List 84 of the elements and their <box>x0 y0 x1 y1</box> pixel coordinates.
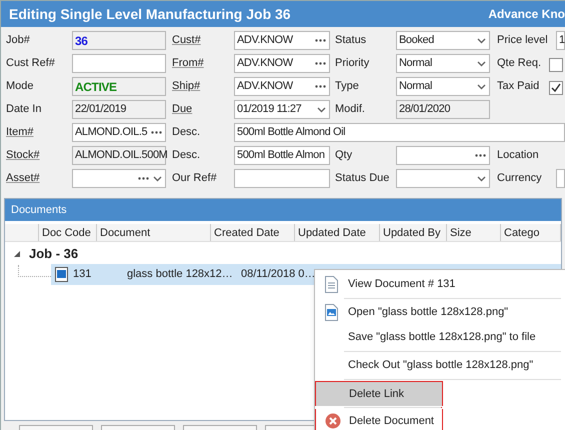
input-field[interactable]: 22/01/2019 <box>72 100 166 119</box>
menu-item[interactable]: Open "glass bottle 128x128.png" <box>315 300 565 325</box>
menu-item[interactable]: Check Out "glass bottle 128x128.png" <box>315 353 565 378</box>
column-header[interactable]: Document <box>97 224 211 241</box>
input-field[interactable]: 36 <box>72 31 166 50</box>
field-label: Cust Ref# <box>6 56 56 72</box>
field-label: Location <box>497 148 540 164</box>
input-field[interactable] <box>396 146 490 165</box>
field-label: Currency <box>497 171 543 186</box>
column-header[interactable]: Doc Code <box>39 224 97 241</box>
field-label: Date In <box>6 102 42 118</box>
input-field[interactable]: ALMOND.OIL.5 <box>72 123 166 142</box>
menu-item[interactable]: Save "glass bottle 128x128.png" to file <box>315 325 565 350</box>
chevron-down-icon[interactable] <box>477 60 486 66</box>
column-header[interactable]: Catego <box>501 224 561 241</box>
field-label: Desc. <box>172 125 202 140</box>
chevron-down-icon[interactable] <box>317 106 326 112</box>
input-field[interactable] <box>72 169 166 188</box>
field-label[interactable]: Cust# <box>172 32 234 49</box>
input-field[interactable] <box>556 169 565 188</box>
input-field[interactable]: ADV.KNOW <box>234 54 330 73</box>
input-field[interactable]: Normal <box>396 77 490 96</box>
image-file-icon <box>325 304 338 321</box>
input-field[interactable]: Normal <box>396 54 490 73</box>
chevron-down-icon[interactable] <box>477 38 486 44</box>
field-label: Modif. <box>335 102 366 118</box>
field-label: Qty <box>335 148 354 164</box>
field-label: Job# <box>6 33 31 48</box>
chevron-down-icon[interactable] <box>477 176 486 182</box>
input-field[interactable]: ACTIVE <box>72 77 166 96</box>
image-file-icon <box>55 267 68 282</box>
menu-item[interactable]: Delete Document <box>315 409 443 430</box>
table-cell-text: glass bottle 128x12… <box>126 267 234 282</box>
field-label: Mode <box>6 79 35 94</box>
input-field[interactable]: ADV.KNOW <box>234 77 330 96</box>
field-label: Price level <box>497 33 549 48</box>
field-label[interactable]: Asset# <box>6 170 72 187</box>
window-title: Editing Single Level Manufacturing Job 36 <box>9 4 291 24</box>
column-header[interactable]: Size <box>447 224 501 241</box>
company-name: Advance Kno <box>488 6 565 23</box>
field-label: Tax Paid <box>497 79 540 94</box>
field-label[interactable]: Stock# <box>6 147 72 164</box>
input-field[interactable]: 28/01/2020 <box>396 100 490 119</box>
field-label: Status <box>335 33 368 48</box>
field-label: Our Ref# <box>172 171 218 186</box>
ellipsis-icon[interactable] <box>315 85 326 88</box>
menu-item[interactable]: Delete Link <box>315 381 443 406</box>
input-field[interactable]: 500ml Bottle Almond Oil <box>234 123 565 142</box>
ellipsis-icon[interactable] <box>138 177 149 180</box>
field-label: Type <box>335 79 360 94</box>
input-field[interactable]: 1 <box>556 31 565 50</box>
document-icon <box>325 276 338 293</box>
group-label: Job - 36 <box>29 245 78 264</box>
ellipsis-icon[interactable] <box>151 131 162 134</box>
input-field[interactable]: ADV.KNOW <box>234 31 330 50</box>
ellipsis-icon[interactable] <box>315 62 326 65</box>
input-field[interactable] <box>396 169 490 188</box>
field-label[interactable]: Ship# <box>172 78 234 95</box>
table-cell-text: 131 <box>72 267 92 282</box>
column-header[interactable]: Updated By <box>380 224 447 241</box>
input-field[interactable]: 01/2019 11:27 <box>234 100 330 119</box>
panel-header: Documents <box>5 199 561 221</box>
chevron-down-icon[interactable] <box>153 176 162 182</box>
field-label: Qte Req. <box>497 56 542 72</box>
checkbox[interactable] <box>549 58 563 72</box>
ellipsis-icon[interactable] <box>475 154 486 157</box>
field-label[interactable]: Due <box>172 101 234 118</box>
field-label: Desc. <box>172 148 202 164</box>
chevron-down-icon[interactable] <box>477 84 486 90</box>
column-header[interactable]: Created Date <box>211 224 295 241</box>
input-field[interactable] <box>234 169 330 188</box>
input-field[interactable] <box>72 54 166 73</box>
field-label: Status Due <box>335 171 390 186</box>
expand-triangle-icon[interactable] <box>13 250 21 258</box>
checkbox[interactable] <box>549 80 563 94</box>
column-header[interactable]: Updated Date <box>295 224 380 241</box>
field-label: Priority <box>335 56 370 72</box>
input-field[interactable]: Booked <box>396 31 490 50</box>
ellipsis-icon[interactable] <box>315 39 326 42</box>
field-label[interactable]: From# <box>172 55 234 72</box>
input-field[interactable]: ALMOND.OIL.500M <box>72 146 166 165</box>
input-field[interactable]: 500ml Bottle Almon <box>234 146 330 165</box>
field-label[interactable]: Item# <box>6 124 72 141</box>
checkmark-icon <box>551 82 561 92</box>
